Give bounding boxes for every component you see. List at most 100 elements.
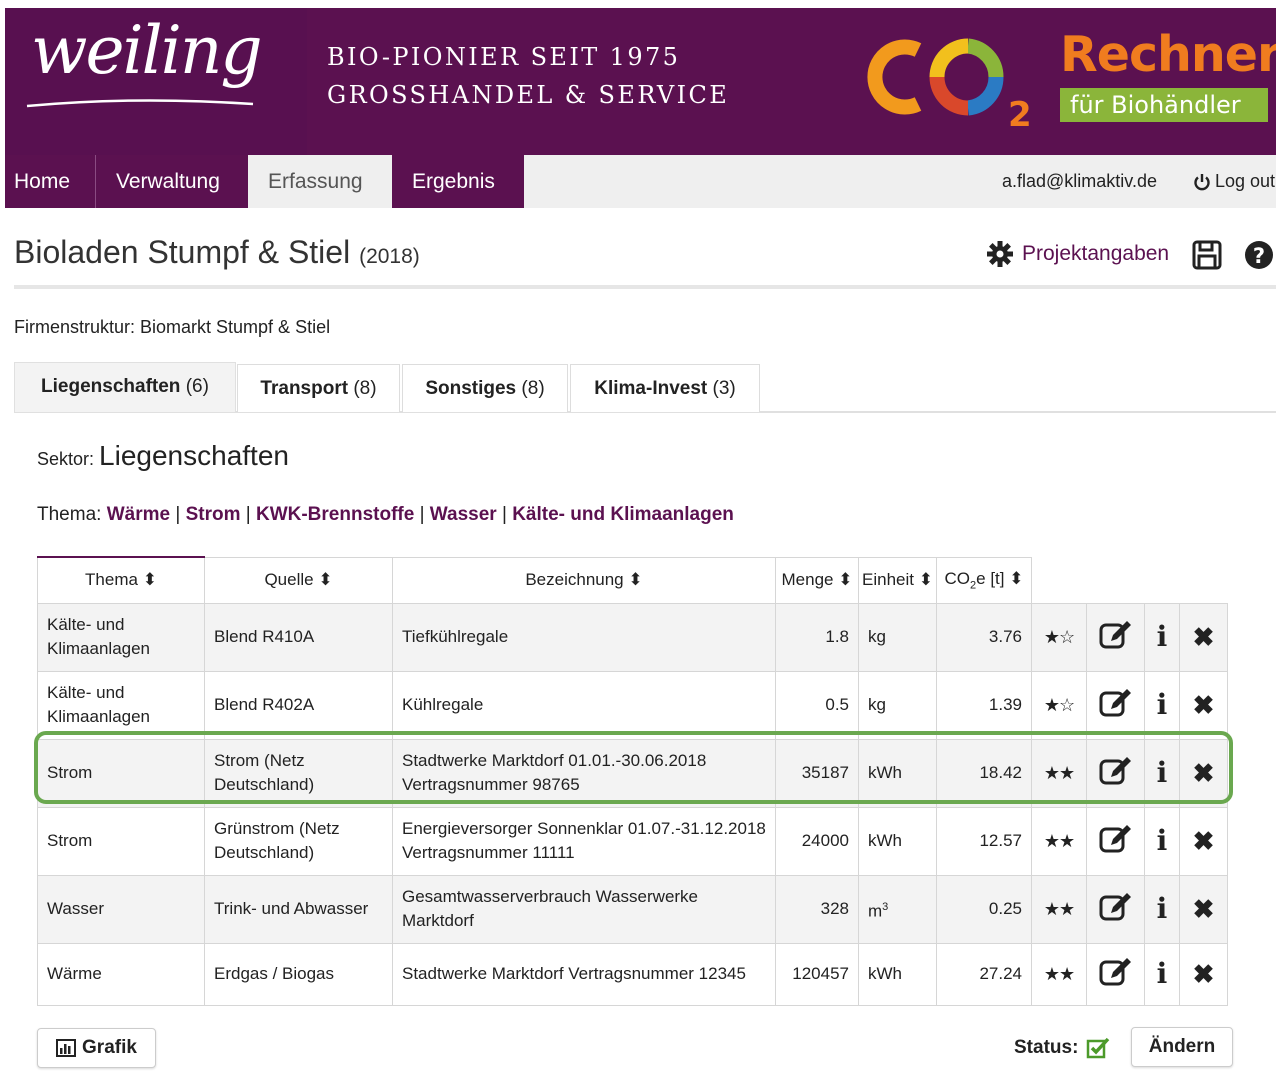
power-icon <box>1194 173 1210 190</box>
tab-label: Liegenschaften <box>41 376 181 397</box>
header-label: CO2e [t] <box>944 568 1005 592</box>
cell-co2: 3.76 <box>936 602 1032 672</box>
edit-icon[interactable] <box>1086 738 1145 808</box>
sort-icon: ⬍ <box>628 570 643 589</box>
sektor-heading: Sektor: Liegenschaften <box>37 440 289 472</box>
delete-icon[interactable]: ✖ <box>1179 602 1228 672</box>
tab-liegenschaften[interactable]: Liegenschaften (6) <box>14 362 236 412</box>
table-row: Wärme Erdgas / Biogas Stadtwerke Marktdorf… <box>37 942 1228 1006</box>
info-icon[interactable]: i <box>1144 670 1180 740</box>
sort-thema[interactable]: Thema ⬍ <box>37 556 205 604</box>
tab-label: Klima-Invest <box>594 378 708 399</box>
page-title-text: Bioladen Stumpf & Stiel <box>14 234 351 270</box>
grafik-button[interactable]: Grafik <box>37 1028 156 1068</box>
delete-icon[interactable]: ✖ <box>1179 942 1228 1006</box>
cell-menge: 1.8 <box>775 602 859 672</box>
quality-stars-icon: ★☆ <box>1031 602 1087 672</box>
info-icon[interactable]: i <box>1144 874 1180 944</box>
table-row: Strom Grünstrom (Netz Deutschland) Energie… <box>37 806 1228 876</box>
delete-icon[interactable]: ✖ <box>1179 738 1228 808</box>
gear-icon <box>987 241 1013 267</box>
edit-icon[interactable] <box>1086 874 1145 944</box>
info-icon[interactable]: i <box>1144 942 1180 1006</box>
thema-link-waerme[interactable]: Wärme <box>107 504 170 525</box>
tab-count: (6) <box>185 376 209 397</box>
tab-label: Sonstiges <box>425 378 517 399</box>
sort-icon: ⬍ <box>1009 568 1024 588</box>
edit-icon[interactable] <box>1086 942 1145 1006</box>
nav-erfassung[interactable]: Erfassung <box>248 155 392 208</box>
sort-bezeichnung[interactable]: Bezeichnung ⬍ <box>392 556 776 604</box>
quality-stars-icon: ★★ <box>1031 874 1087 944</box>
thema-filter: Thema: Wärme | Strom | KWK-Brennstoffe |… <box>37 504 734 525</box>
delete-icon[interactable]: ✖ <box>1179 670 1228 740</box>
cell-co2: 18.42 <box>936 738 1032 808</box>
cell-quelle: Blend R410A <box>204 602 393 672</box>
nav-ergebnis[interactable]: Ergebnis <box>392 155 524 208</box>
cell-co2: 1.39 <box>936 670 1032 740</box>
info-icon[interactable]: i <box>1144 602 1180 672</box>
thema-link-wasser[interactable]: Wasser <box>430 504 497 525</box>
co2-logo-icon: 2 <box>867 38 1032 132</box>
entries-table: Thema ⬍ Quelle ⬍ Bezeichnung ⬍ Menge ⬍ E… <box>37 556 1228 1006</box>
cell-quelle: Trink- und Abwasser <box>204 874 393 944</box>
cell-co2: 27.24 <box>936 942 1032 1006</box>
cell-thema: Strom <box>37 806 205 876</box>
status-label: Status: <box>1014 1037 1079 1058</box>
info-icon[interactable]: i <box>1144 806 1180 876</box>
thema-link-strom[interactable]: Strom <box>186 504 241 525</box>
status-indicator: Status: <box>1014 1037 1110 1059</box>
sort-einheit[interactable]: Einheit ⬍ <box>858 556 937 604</box>
nav-verwaltung[interactable]: Verwaltung <box>96 155 248 208</box>
cell-menge: 35187 <box>775 738 859 808</box>
logout-link[interactable]: Log out <box>1193 155 1275 208</box>
weiling-logo[interactable]: weiling <box>5 8 307 155</box>
delete-icon[interactable]: ✖ <box>1179 806 1228 876</box>
table-header-row: Thema ⬍ Quelle ⬍ Bezeichnung ⬍ Menge ⬍ E… <box>37 556 1228 604</box>
tagline: BIO-PIONIER SEIT 1975 GROSSHANDEL & SERV… <box>327 38 729 114</box>
tab-sonstiges[interactable]: Sonstiges (8) <box>402 364 568 412</box>
edit-icon[interactable] <box>1086 602 1145 672</box>
cell-quelle: Erdgas / Biogas <box>204 942 393 1006</box>
sort-quelle[interactable]: Quelle ⬍ <box>204 556 393 604</box>
cell-quelle: Blend R402A <box>204 670 393 740</box>
tab-count: (8) <box>353 378 377 399</box>
tab-klima-invest[interactable]: Klima-Invest (3) <box>570 364 760 412</box>
sektor-name: Liegenschaften <box>99 440 289 471</box>
fuer-biohaendler-badge: für Biohändler <box>1060 88 1268 122</box>
cell-thema: Kälte- und Klimaanlagen <box>37 602 205 672</box>
firmenstruktur-text: Firmenstruktur: Biomarkt Stumpf & Stiel <box>14 317 331 337</box>
edit-icon[interactable] <box>1086 670 1145 740</box>
logo-underline-icon <box>26 99 254 108</box>
quality-stars-icon: ★★ <box>1031 738 1087 808</box>
sort-icon: ⬍ <box>318 570 333 589</box>
tab-label: Transport <box>260 378 349 399</box>
checkbox-checked-icon[interactable] <box>1086 1037 1110 1059</box>
cell-einheit: kWh <box>858 738 937 808</box>
aendern-button[interactable]: Ändern <box>1131 1027 1233 1067</box>
cell-einheit: m3 <box>858 874 937 944</box>
cell-co2: 12.57 <box>936 806 1032 876</box>
thema-link-kaelte[interactable]: Kälte- und Klimaanlagen <box>512 504 734 525</box>
cell-einheit: kg <box>858 670 937 740</box>
projektangaben-link[interactable]: Projektangaben <box>986 240 1169 268</box>
delete-icon[interactable]: ✖ <box>1179 874 1228 944</box>
table-row: Strom Strom (Netz Deutschland) Stadtwerke … <box>37 738 1228 808</box>
sort-co2[interactable]: CO2e [t] ⬍ <box>936 556 1032 604</box>
edit-icon[interactable] <box>1086 806 1145 876</box>
sort-menge[interactable]: Menge ⬍ <box>775 556 859 604</box>
info-icon[interactable]: i <box>1144 738 1180 808</box>
tagline-line-2: GROSSHANDEL & SERVICE <box>327 81 730 109</box>
thema-link-kwk[interactable]: KWK-Brennstoffe <box>256 504 414 525</box>
quality-stars-icon: ★★ <box>1031 942 1087 1006</box>
header-label: Quelle <box>264 570 314 589</box>
save-icon[interactable] <box>1192 240 1222 270</box>
help-icon[interactable]: ? <box>1244 240 1274 270</box>
tab-transport[interactable]: Transport (8) <box>237 364 400 412</box>
nav-home[interactable]: Home <box>5 155 96 208</box>
svg-text:?: ? <box>1253 244 1265 268</box>
user-email[interactable]: a.flad@klimaktiv.de <box>1002 155 1157 208</box>
cell-bezeichnung: Tiefkühlregale <box>392 602 776 672</box>
tagline-line-1: BIO-PIONIER SEIT 1975 <box>327 43 681 71</box>
cell-einheit: kWh <box>858 942 937 1006</box>
